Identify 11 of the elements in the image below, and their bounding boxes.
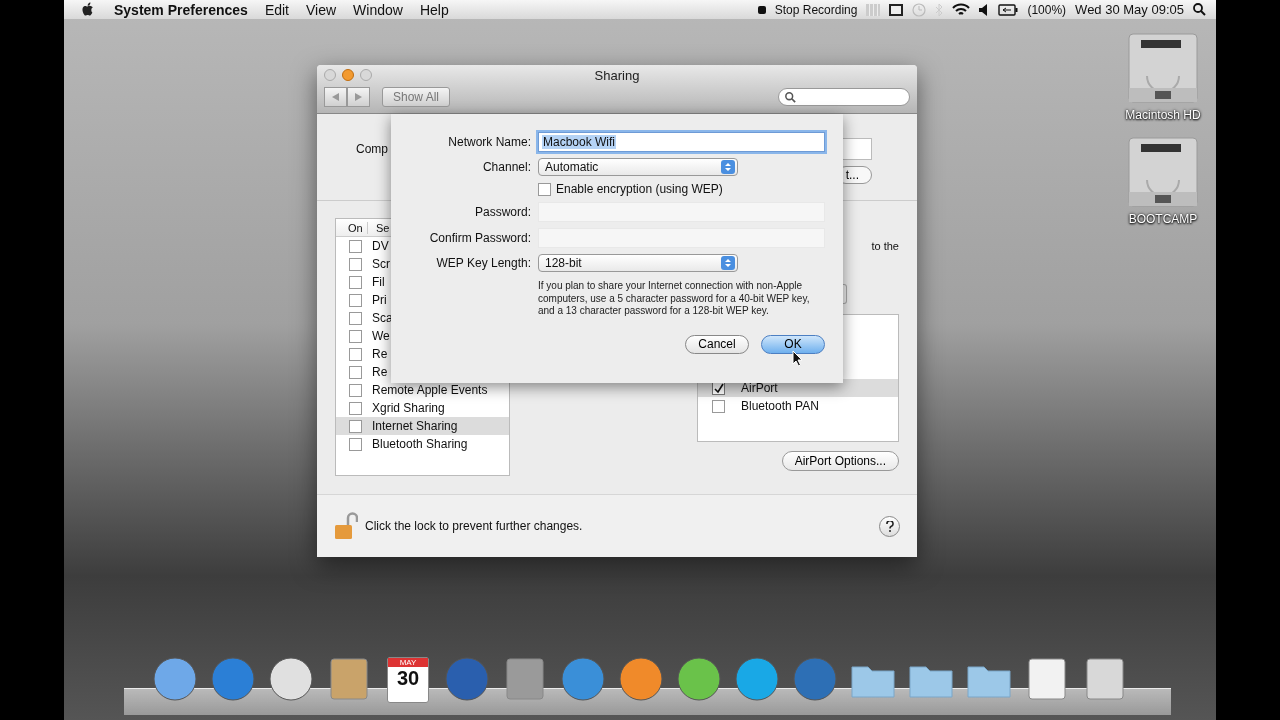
field-label: Network Name:	[447, 135, 531, 149]
field-label: Confirm Password:	[428, 231, 531, 245]
field-label: WEP Key Length:	[435, 256, 531, 270]
description-text: to the	[871, 240, 899, 252]
field-label: Channel:	[481, 160, 531, 174]
checkbox-label: Enable encryption (using WEP)	[556, 182, 723, 196]
help-note: If you plan to share your Internet connection with non-Apple computers, use a 5 character password for a 40-bit WEP key, and a 13 character password for a 128-bit WEP key.	[538, 280, 811, 318]
lock-message: Click the lock to prevent further changes.	[365, 519, 583, 533]
computer-name-label: Comp	[356, 142, 388, 156]
window-title: Sharing	[594, 67, 640, 83]
field-label: Password:	[473, 205, 531, 219]
